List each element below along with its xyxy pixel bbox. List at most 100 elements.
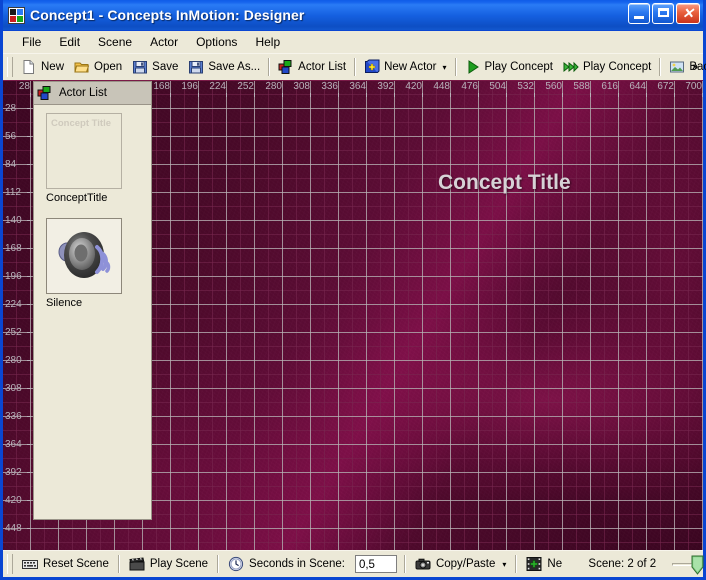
play-concept-fast-button[interactable]: Play Concept [558,56,656,78]
new-actor-cube-icon [364,59,380,75]
copy-paste-button[interactable]: Copy/Paste ▾ [409,553,512,575]
cubes-icon [278,59,294,75]
list-item[interactable]: Silence [46,218,138,309]
menu-item-scene[interactable]: Scene [89,32,141,52]
toolbar-separator [268,58,271,76]
close-button[interactable]: ✕ [676,3,700,24]
menu-item-file[interactable]: File [13,32,50,52]
new-scene-button[interactable]: Ne [520,553,566,575]
save-button-label: Save [152,61,179,73]
play-triangle-icon [465,59,481,75]
status-bar: Reset Scene Play Scene Seconds in Scene:… [3,550,706,577]
save-as-button[interactable]: Save As... [183,56,265,78]
ruler-tick-v: 280 [3,355,31,367]
seconds-in-scene-input[interactable]: 0,5 [354,555,397,573]
actor-thumb-text: Concept Title [51,118,111,129]
ruler-tick-h: 28 [3,81,31,97]
clapperboard-icon [129,556,145,572]
actor-list-title: Actor List [59,87,107,99]
scene-slider-track[interactable] [672,563,693,566]
ruler-tick-h: 588 [563,81,591,97]
copy-paste-label: Copy/Paste [435,558,496,570]
camera-icon [415,556,431,572]
ruler-tick-v: 112 [3,187,31,199]
new-scene-label: Ne [547,558,563,570]
actor-list-button-label: Actor List [298,61,347,73]
floppy-disk-icon [188,59,204,75]
ruler-tick-h: 308 [283,81,311,97]
ruler-tick-h: 336 [311,81,339,97]
app-cubes-icon [8,6,25,24]
ruler-tick-v: 140 [3,215,31,227]
chevron-down-icon[interactable]: ▾ [502,560,506,569]
ruler-tick-v: 420 [3,495,31,507]
ruler-tick-h: 364 [339,81,367,97]
actor-name-label: ConceptTitle [46,192,108,204]
open-folder-icon [74,59,90,75]
toolbar-overflow-button[interactable]: » [687,54,703,80]
new-actor-button[interactable]: New Actor ▾ [359,56,451,78]
ruler-tick-v: 336 [3,411,31,423]
play-concept-button[interactable]: Play Concept [460,56,558,78]
ruler-tick-h: 616 [591,81,619,97]
new-actor-button-label: New Actor [384,61,437,73]
new-button-label: New [41,61,65,73]
actor-list-button[interactable]: Actor List [273,56,351,78]
ruler-tick-h: 392 [367,81,395,97]
actor-list-header[interactable]: Actor List [34,82,151,105]
actor-name-label: Silence [46,297,83,309]
save-button[interactable]: Save [127,56,183,78]
toolbar-separator [659,58,662,76]
ruler-tick-v: 392 [3,467,31,479]
text-actor-thumb[interactable]: Concept Title [46,113,122,189]
speaker-icon [53,225,117,289]
chevron-down-icon[interactable]: ▾ [443,63,447,72]
scene-counter: Scene: 2 of 2 [588,558,657,570]
design-canvas-area[interactable]: Concept Title 28568411214016819622425228… [3,80,703,550]
cubes-icon [37,85,53,101]
ruler-tick-h: 560 [535,81,563,97]
ruler-tick-h: 672 [647,81,675,97]
ruler-tick-h: 448 [423,81,451,97]
reset-scene-label: Reset Scene [43,558,109,570]
maximize-button[interactable] [652,3,674,24]
ruler-tick-h: 700 [675,81,703,97]
open-button-label: Open [94,61,123,73]
menu-item-actor[interactable]: Actor [141,32,187,52]
ruler-tick-h: 532 [507,81,535,97]
menu-item-edit[interactable]: Edit [50,32,89,52]
menu-item-help[interactable]: Help [246,32,289,52]
toolbar-grip[interactable] [7,57,13,77]
ruler-tick-v: 364 [3,439,31,451]
reset-scene-button[interactable]: Reset Scene [16,553,115,575]
keyboard-icon [22,556,38,572]
ruler-tick-v: 84 [3,159,31,171]
statusbar-separator [117,555,120,573]
menu-item-options[interactable]: Options [187,32,246,52]
scene-slider[interactable] [666,553,706,575]
ruler-tick-h: 252 [227,81,255,97]
floppy-disk-icon [132,59,148,75]
seconds-in-scene-label: Seconds in Scene: [249,558,345,570]
vertical-ruler[interactable]: 28 56 84 112 140 168 196 224 252 280 308 336 364 392 4… [3,97,31,550]
scene-slider-thumb[interactable] [691,555,704,575]
new-button[interactable]: New [16,56,69,78]
open-button[interactable]: Open [69,56,127,78]
statusbar-grip[interactable] [7,554,13,574]
minimize-button[interactable] [628,3,650,24]
window-title: Concept1 - Concepts InMotion: Designer [30,7,305,23]
list-item[interactable]: Concept Title ConceptTitle [46,113,138,204]
ruler-tick-v: 196 [3,271,31,283]
ruler-tick-v: 224 [3,299,31,311]
main-toolbar: New Open Save Save As... Actor List New … [3,53,706,80]
window-controls: ✕ [628,3,700,24]
ruler-tick-h: 420 [395,81,423,97]
save-as-button-label: Save As... [208,61,261,73]
speaker-actor-thumb[interactable] [46,218,122,294]
play-scene-button[interactable]: Play Scene [123,553,214,575]
actor-list-panel[interactable]: Actor List Concept Title ConceptTitle Si… [33,81,152,520]
ruler-tick-v: 448 [3,523,31,535]
actor-list-body: Concept Title ConceptTitle Silence [34,105,151,519]
canvas-concept-title[interactable]: Concept Title [438,171,571,195]
ruler-tick-v: 308 [3,383,31,395]
